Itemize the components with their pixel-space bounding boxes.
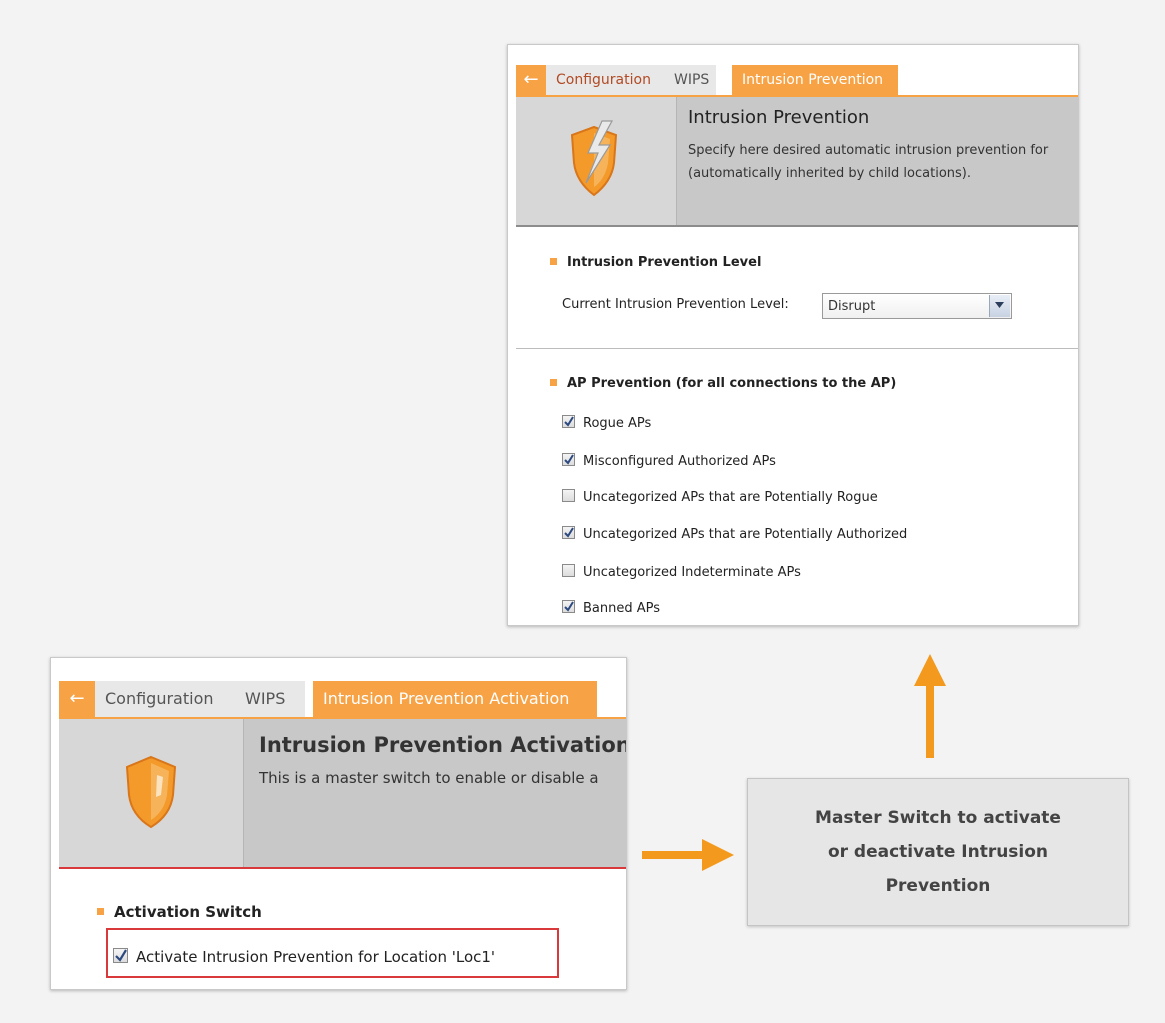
checkbox-label: Misconfigured Authorized APs <box>583 454 776 469</box>
header-icon-box <box>59 719 244 867</box>
tab-wips[interactable]: WIPS <box>664 65 716 95</box>
callout-box: Master Switch to activate or deactivate … <box>747 778 1129 926</box>
level-field-label: Current Intrusion Prevention Level: <box>562 297 789 312</box>
shield-icon <box>125 755 177 829</box>
section-divider <box>516 348 1078 349</box>
up-arrow-icon <box>914 654 946 758</box>
breadcrumb-tabs: ← Configuration WIPS Intrusion Preventio… <box>516 65 1078 95</box>
checkbox[interactable] <box>562 564 575 577</box>
checkbox-potentially-authorized[interactable]: Uncategorized APs that are Potentially A… <box>562 526 908 542</box>
page-description: Specify here desired automatic intrusion… <box>688 139 1048 185</box>
tab-configuration[interactable]: Configuration <box>546 65 664 95</box>
checkbox-label: Uncategorized APs that are Potentially R… <box>583 490 878 505</box>
breadcrumb-tabs: ← Configuration WIPS Intrusion Preventio… <box>59 681 626 717</box>
back-arrow-icon[interactable]: ← <box>516 65 546 95</box>
checkbox-misconfigured-aps[interactable]: Misconfigured Authorized APs <box>562 453 776 469</box>
page-description-line1: Specify here desired automatic intrusion… <box>688 143 1049 158</box>
callout-line1: Master Switch to activate <box>815 808 1061 828</box>
canvas: ← Configuration WIPS Intrusion Preventio… <box>0 0 1165 1023</box>
page-title: Intrusion Prevention Activation <box>259 733 627 757</box>
activation-section-heading: Activation Switch <box>97 903 262 921</box>
header-icon-box <box>516 97 677 225</box>
check-icon <box>564 454 574 465</box>
checkbox-banned-aps[interactable]: Banned APs <box>562 600 661 616</box>
tab-intrusion-prevention[interactable]: Intrusion Prevention <box>732 65 898 95</box>
activation-panel: ← Configuration WIPS Intrusion Preventio… <box>50 657 627 990</box>
page-description-line2: (automatically inherited by child locati… <box>688 166 971 181</box>
checkbox-potentially-rogue[interactable]: Uncategorized APs that are Potentially R… <box>562 489 878 505</box>
checkbox[interactable] <box>113 948 128 963</box>
checkbox-label: Activate Intrusion Prevention for Locati… <box>136 948 496 966</box>
prevention-level-value: Disrupt <box>828 299 876 314</box>
bullet-icon <box>550 379 557 386</box>
prevention-level-select[interactable]: Disrupt <box>822 293 1012 319</box>
check-icon <box>564 416 574 427</box>
checkbox[interactable] <box>562 489 575 502</box>
back-arrow-icon[interactable]: ← <box>59 681 95 717</box>
checkbox[interactable] <box>562 600 575 613</box>
checkbox-activate-prevention[interactable]: Activate Intrusion Prevention for Locati… <box>113 948 495 966</box>
tab-wips[interactable]: WIPS <box>235 681 305 717</box>
level-section-heading: Intrusion Prevention Level <box>550 255 761 270</box>
checkbox[interactable] <box>562 453 575 466</box>
tab-intrusion-prevention-activation[interactable]: Intrusion Prevention Activation <box>313 681 597 717</box>
check-icon <box>564 527 574 538</box>
bullet-icon <box>550 258 557 265</box>
shield-lightning-icon <box>570 120 618 197</box>
tab-configuration[interactable]: Configuration <box>95 681 235 717</box>
activation-section-heading-text: Activation Switch <box>114 903 262 921</box>
callout-line2: or deactivate Intrusion <box>827 842 1049 862</box>
level-section-heading-text: Intrusion Prevention Level <box>567 255 762 270</box>
checkbox-label: Uncategorized APs that are Potentially A… <box>583 527 908 542</box>
checkbox-label: Banned APs <box>583 601 661 616</box>
page-header: Intrusion Prevention Specify here desire… <box>516 97 1078 227</box>
checkbox[interactable] <box>562 526 575 539</box>
callout-line3: Prevention <box>885 876 991 896</box>
right-arrow-icon <box>642 839 734 871</box>
checkbox-label: Rogue APs <box>583 416 652 431</box>
page-header: Intrusion Prevention Activation This is … <box>59 719 626 869</box>
page-description: This is a master switch to enable or dis… <box>259 769 599 787</box>
ap-section-heading-text: AP Prevention (for all connections to th… <box>567 376 897 391</box>
check-icon <box>564 601 574 612</box>
ap-section-heading: AP Prevention (for all connections to th… <box>550 376 896 391</box>
intrusion-prevention-panel: ← Configuration WIPS Intrusion Preventio… <box>507 44 1079 626</box>
checkbox-indeterminate-aps[interactable]: Uncategorized Indeterminate APs <box>562 564 801 580</box>
checkbox-label: Uncategorized Indeterminate APs <box>583 565 801 580</box>
page-title: Intrusion Prevention <box>688 107 870 128</box>
checkbox-rogue-aps[interactable]: Rogue APs <box>562 415 652 431</box>
checkbox[interactable] <box>562 415 575 428</box>
chevron-down-icon[interactable] <box>989 295 1010 317</box>
bullet-icon <box>97 908 104 915</box>
check-icon <box>115 949 127 962</box>
